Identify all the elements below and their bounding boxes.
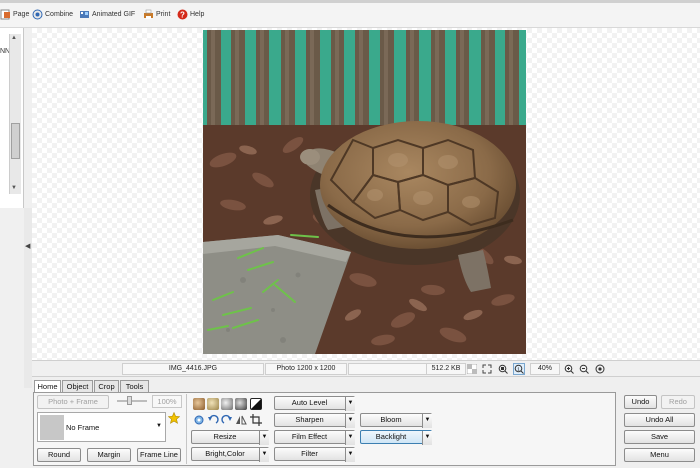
filter-button[interactable]: Filter ▼ bbox=[274, 447, 355, 462]
frame-line-button[interactable]: Frame Line bbox=[137, 448, 181, 462]
filter-dropdown-icon[interactable]: ▼ bbox=[345, 448, 355, 462]
panel-splitter[interactable]: ◀ bbox=[24, 208, 32, 388]
left-scrollbar[interactable]: ▲ ▼ bbox=[9, 34, 21, 194]
svg-text:?: ? bbox=[180, 10, 185, 19]
bw-tone-icon[interactable] bbox=[250, 398, 262, 410]
menu-print-label: Print bbox=[156, 10, 171, 18]
bright-color-label: Bright,Color bbox=[205, 449, 245, 458]
film-effect-label: Film Effect bbox=[291, 432, 328, 441]
tab-crop[interactable]: Crop bbox=[94, 380, 119, 392]
bloom-label: Bloom bbox=[380, 415, 402, 424]
help-icon: ? bbox=[177, 9, 188, 20]
tortoise-photo[interactable] bbox=[203, 30, 526, 354]
film-effect-dropdown-icon[interactable]: ▼ bbox=[345, 431, 355, 445]
frame-selector[interactable]: No Frame ▼ bbox=[37, 412, 166, 442]
bright-color-button[interactable]: Bright,Color ▼ bbox=[191, 447, 269, 462]
tab-object[interactable]: Object bbox=[62, 380, 93, 392]
zoom-fit-icon[interactable] bbox=[497, 363, 509, 375]
printer-icon bbox=[143, 9, 154, 20]
mono-tone-icon[interactable] bbox=[235, 398, 247, 410]
menu-bar: Page Combine Animated GIF Print ? Help bbox=[0, 0, 700, 28]
auto-level-label: Auto Level bbox=[291, 398, 328, 407]
title-strip bbox=[0, 0, 700, 3]
filter-label: Filter bbox=[301, 449, 318, 458]
auto-level-button[interactable]: Auto Level ▼ bbox=[274, 396, 355, 411]
zoom-out-icon[interactable] bbox=[578, 363, 590, 375]
effects-icon[interactable] bbox=[193, 414, 205, 426]
film-icon bbox=[79, 9, 90, 20]
menu-combine[interactable]: Combine bbox=[32, 7, 73, 21]
save-button[interactable]: Save bbox=[624, 430, 695, 444]
menu-animated-gif[interactable]: Animated GIF bbox=[79, 7, 135, 21]
undo-all-button[interactable]: Undo All bbox=[624, 413, 695, 427]
status-spacer bbox=[348, 363, 426, 375]
film-effect-button[interactable]: Film Effect ▼ bbox=[274, 430, 355, 445]
sharpen-button[interactable]: Sharpen ▼ bbox=[274, 413, 355, 428]
panel-divider bbox=[186, 394, 187, 464]
frame-percent-field[interactable]: 100% bbox=[152, 395, 182, 408]
round-button[interactable]: Round bbox=[37, 448, 81, 462]
zoom-level: 40% bbox=[530, 363, 560, 375]
auto-level-dropdown-icon[interactable]: ▼ bbox=[345, 397, 355, 411]
backlight-dropdown-icon[interactable]: ▼ bbox=[422, 431, 432, 445]
slider-thumb[interactable] bbox=[127, 396, 132, 405]
chevron-down-icon: ▼ bbox=[156, 423, 162, 429]
fit-screen-icon[interactable] bbox=[481, 363, 493, 375]
menu-print[interactable]: Print bbox=[143, 7, 170, 21]
rotate-left-icon[interactable] bbox=[207, 414, 219, 426]
sharpen-dropdown-icon[interactable]: ▼ bbox=[345, 414, 355, 428]
star-icon[interactable] bbox=[167, 411, 181, 424]
menu-page[interactable]: Page bbox=[0, 7, 29, 21]
zoom-in-icon[interactable] bbox=[563, 363, 575, 375]
tab-tools[interactable]: Tools bbox=[120, 380, 149, 392]
transparent-bg-icon[interactable] bbox=[466, 363, 478, 375]
menu-animated-gif-label: Animated GIF bbox=[92, 10, 136, 18]
gray-tone-icon[interactable] bbox=[221, 398, 233, 410]
redo-button[interactable]: Redo bbox=[661, 395, 695, 409]
combine-icon bbox=[32, 9, 43, 20]
scroll-up-icon[interactable]: ▲ bbox=[11, 35, 17, 41]
undo-button[interactable]: Undo bbox=[624, 395, 657, 409]
menu-button[interactable]: Menu bbox=[624, 448, 695, 462]
flip-icon[interactable] bbox=[235, 414, 247, 426]
page-icon bbox=[0, 9, 11, 20]
status-filesize: 512.2 KB bbox=[426, 363, 466, 375]
svg-text:1: 1 bbox=[517, 366, 520, 371]
sharpen-label: Sharpen bbox=[295, 415, 324, 424]
backlight-label: Backlight bbox=[375, 432, 407, 441]
bright-color-dropdown-icon[interactable]: ▼ bbox=[259, 448, 269, 462]
menu-help-label: Help bbox=[190, 10, 205, 18]
zoom-actual-icon[interactable]: 1 bbox=[513, 363, 525, 375]
collapse-arrow-icon[interactable]: ◀ bbox=[25, 242, 30, 250]
margin-button[interactable]: Margin bbox=[87, 448, 131, 462]
menu-page-label: Page bbox=[13, 10, 30, 18]
frame-swatch bbox=[40, 415, 64, 440]
crop-icon[interactable] bbox=[250, 414, 262, 426]
menu-combine-label: Combine bbox=[45, 10, 74, 18]
status-dimensions: Photo 1200 x 1200 bbox=[265, 363, 347, 375]
bloom-dropdown-icon[interactable]: ▼ bbox=[422, 414, 432, 428]
zoom-reset-icon[interactable] bbox=[594, 363, 606, 375]
menu-help[interactable]: ? Help bbox=[177, 7, 204, 21]
resize-dropdown-icon[interactable]: ▼ bbox=[259, 431, 269, 445]
resize-button[interactable]: Resize ▼ bbox=[191, 430, 269, 445]
frame-size-slider[interactable] bbox=[117, 400, 147, 402]
scroll-down-icon[interactable]: ▼ bbox=[11, 185, 17, 191]
vintage-tone-icon[interactable] bbox=[207, 398, 219, 410]
status-bar: IMG_4416.JPG Photo 1200 x 1200 512.2 KB … bbox=[32, 360, 700, 376]
sepia-tone-icon[interactable] bbox=[193, 398, 205, 410]
scrollbar-thumb[interactable] bbox=[11, 123, 20, 159]
rotate-right-icon[interactable] bbox=[221, 414, 233, 426]
photo-frame-button[interactable]: Photo + Frame bbox=[37, 395, 109, 409]
bloom-button[interactable]: Bloom ▼ bbox=[360, 413, 432, 428]
backlight-button[interactable]: Backlight ▼ bbox=[360, 430, 432, 445]
frame-name: No Frame bbox=[66, 423, 100, 432]
status-filename: IMG_4416.JPG bbox=[122, 363, 264, 375]
resize-label: Resize bbox=[213, 432, 237, 441]
